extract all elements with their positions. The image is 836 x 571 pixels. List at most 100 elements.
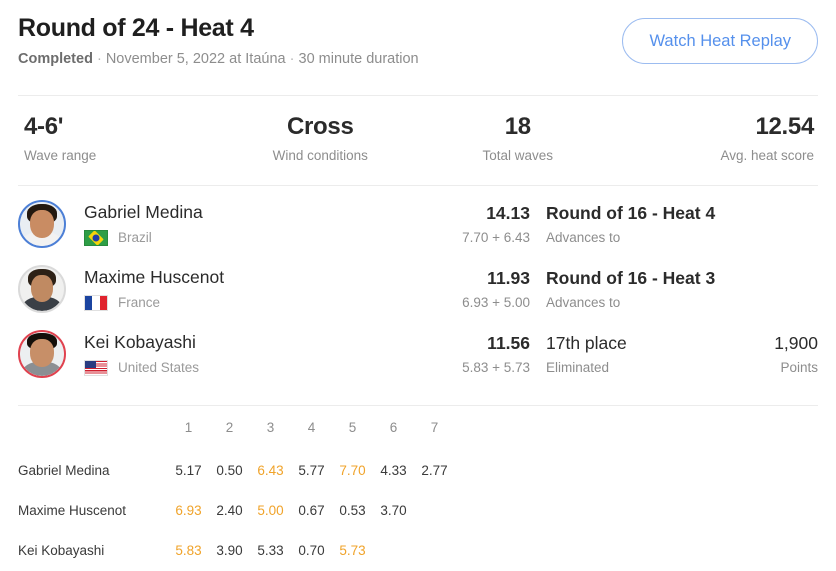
wave-table-spacer	[455, 491, 818, 531]
wave-table-spacer	[455, 451, 818, 491]
heat-score-breakdown: 7.70 + 6.43	[462, 229, 530, 245]
heat-score-breakdown: 5.83 + 5.73	[462, 359, 530, 375]
avatar-photo	[20, 332, 64, 377]
surfer-heat-score: 11.93 6.93 + 5.00	[410, 268, 530, 311]
wave-table-spacer	[455, 420, 818, 451]
wave-score-cell-counting: 7.70	[339, 463, 366, 479]
stat-value: 4-6'	[24, 113, 64, 141]
avatar	[18, 265, 66, 314]
surfer-result-row[interactable]: Kei Kobayashi United States 11.56 5.83 +…	[18, 322, 818, 387]
wave-score-cell: 3.90	[216, 543, 243, 559]
wave-row-surfer-name: Gabriel Medina	[18, 463, 110, 479]
wave-score-cell: 4.33	[380, 463, 407, 479]
heat-total: 14.13	[486, 202, 530, 223]
wave-score-cell-counting: 5.73	[339, 543, 366, 559]
surfer-outcome: 17th place Eliminated	[546, 333, 732, 376]
heat-total: 11.93	[487, 267, 530, 288]
page-title: Round of 24 - Heat 4	[18, 14, 254, 42]
heat-header-text: Round of 24 - Heat 4 Completed · Novembe…	[18, 12, 419, 68]
avatar	[18, 330, 66, 379]
outcome-label: Advances to	[546, 229, 621, 245]
wave-score-cell-counting: 5.00	[257, 503, 284, 519]
heat-result-page: Round of 24 - Heat 4 Completed · Novembe…	[0, 0, 836, 571]
avatar-photo	[20, 202, 64, 247]
wave-score-cell: 5.77	[298, 463, 325, 479]
wave-column-header: 5	[348, 419, 357, 435]
outcome-label: Eliminated	[546, 359, 610, 375]
wave-score-cell: 5.17	[175, 463, 202, 479]
wave-column-header: 7	[430, 419, 439, 435]
heat-score-breakdown: 6.93 + 5.00	[462, 294, 530, 310]
wave-table-name-header	[18, 420, 168, 451]
outcome-destination: 17th place	[546, 332, 627, 353]
wave-score-cell: 5.33	[257, 543, 284, 559]
surfer-heat-score: 11.56 5.83 + 5.73	[410, 333, 530, 376]
stat-value: 18	[504, 113, 531, 141]
outcome-destination: Round of 16 - Heat 3	[546, 267, 716, 288]
outcome-label: Advances to	[546, 294, 621, 310]
wave-score-cell-counting: 5.83	[175, 543, 202, 559]
wave-column-header: 2	[225, 419, 234, 435]
wave-score-cell: 0.67	[298, 503, 325, 519]
wave-score-cell	[373, 531, 414, 571]
wave-column-header: 6	[389, 419, 398, 435]
surfer-country: France	[84, 294, 410, 311]
wave-table-header-row: 1 2 3 4 5 6 7	[18, 420, 818, 451]
stat-label: Wave range	[24, 147, 97, 163]
wave-score-cell: 0.50	[216, 463, 243, 479]
surfer-name: Gabriel Medina	[84, 202, 203, 223]
stat-avg-heat-score: 12.54 Avg. heat score	[617, 113, 819, 162]
surfer-points	[732, 221, 818, 228]
points-value: 1,900	[774, 332, 818, 353]
wave-scores-table: 1 2 3 4 5 6 7 Gabriel Medina 5.17 0.50 6…	[0, 406, 836, 571]
wave-score-cell-counting: 6.43	[257, 463, 284, 479]
wave-score-cell: 0.53	[339, 503, 366, 519]
wave-score-cell	[414, 491, 455, 531]
heat-date-location: November 5, 2022 at Itaúna	[105, 50, 286, 67]
surfer-outcome: Round of 16 - Heat 4 Advances to	[546, 203, 732, 246]
wave-score-cell: 2.40	[216, 503, 243, 519]
surfer-points: 1,900 Points	[732, 333, 818, 376]
stat-wave-range: 4-6' Wave range	[18, 113, 222, 163]
usa-flag-icon	[84, 359, 108, 376]
surfer-identity: Kei Kobayashi United States	[84, 332, 410, 376]
wave-row-surfer-name: Maxime Huscenot	[18, 503, 127, 519]
watch-heat-replay-button[interactable]: Watch Heat Replay	[622, 18, 818, 64]
wave-column-header: 4	[307, 419, 316, 435]
wave-table-spacer	[455, 531, 818, 571]
surfer-name: Kei Kobayashi	[84, 332, 196, 353]
country-name: Brazil	[118, 230, 152, 246]
surfer-name: Maxime Huscenot	[84, 267, 225, 288]
stat-wind-conditions: Cross Wind conditions	[222, 113, 420, 163]
stat-value: 12.54	[755, 113, 814, 141]
heat-subtitle: Completed · November 5, 2022 at Itaúna ·…	[18, 51, 419, 68]
wave-row-surfer-name: Kei Kobayashi	[18, 543, 105, 559]
surfer-heat-score: 14.13 7.70 + 6.43	[410, 203, 530, 246]
country-name: France	[118, 295, 161, 311]
heat-total: 11.56	[487, 332, 530, 353]
wave-column-header: 3	[266, 419, 275, 435]
stat-label: Total waves	[482, 147, 554, 163]
wave-score-cell-counting: 6.93	[175, 503, 202, 519]
surfer-country: Brazil	[84, 229, 410, 246]
table-row: Gabriel Medina 5.17 0.50 6.43 5.77 7.70 …	[18, 451, 818, 491]
avatar	[18, 200, 66, 249]
wave-score-cell: 0.70	[298, 543, 325, 559]
separator-dot-1: ·	[96, 50, 102, 67]
surfer-result-row[interactable]: Gabriel Medina Brazil 14.13 7.70 + 6.43 …	[18, 192, 818, 257]
surfer-outcome: Round of 16 - Heat 3 Advances to	[546, 268, 732, 311]
stat-total-waves: 18 Total waves	[419, 113, 617, 163]
surfer-results-list: Gabriel Medina Brazil 14.13 7.70 + 6.43 …	[0, 186, 836, 387]
stat-value: Cross	[286, 113, 354, 141]
separator-dot-2: ·	[289, 50, 295, 67]
surfer-country: United States	[84, 359, 410, 376]
avatar-photo	[20, 267, 64, 312]
stat-label: Wind conditions	[272, 147, 368, 163]
table-row: Maxime Huscenot 6.93 2.40 5.00 0.67 0.53…	[18, 491, 818, 531]
surfer-result-row[interactable]: Maxime Huscenot France 11.93 6.93 + 5.00…	[18, 257, 818, 322]
france-flag-icon	[84, 294, 108, 311]
surfer-identity: Maxime Huscenot France	[84, 267, 410, 311]
points-label: Points	[780, 359, 818, 375]
outcome-destination: Round of 16 - Heat 4	[546, 202, 716, 223]
surfer-points	[732, 286, 818, 293]
